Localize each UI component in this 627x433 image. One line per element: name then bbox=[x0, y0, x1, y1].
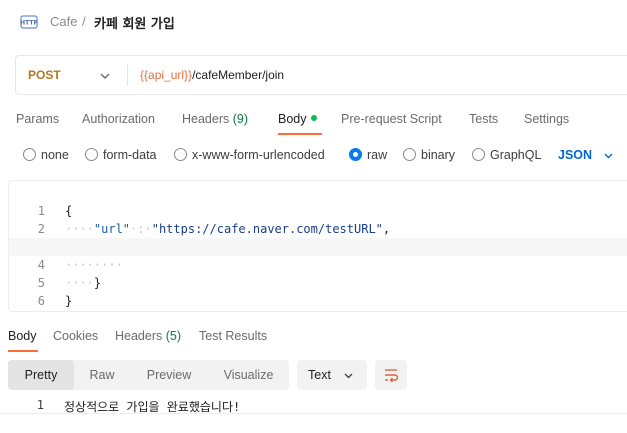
active-tab-indicator bbox=[278, 133, 322, 135]
response-tab-headers[interactable]: Headers (5) bbox=[115, 329, 181, 343]
editor-line: 6} bbox=[37, 294, 73, 308]
active-tab-indicator bbox=[8, 350, 38, 352]
radio-form-data[interactable] bbox=[85, 148, 98, 161]
wrap-lines-button[interactable] bbox=[375, 360, 407, 390]
breadcrumb-collection[interactable]: Cafe bbox=[50, 14, 77, 29]
url-variable: {{api_url}} bbox=[140, 68, 193, 82]
editor-line: 2 ····"url"·:·"https://cafe.naver.com/tes… bbox=[37, 222, 391, 236]
request-tabs: Params Authorization Headers (9) Body Pr… bbox=[0, 103, 627, 135]
option-none-label[interactable]: none bbox=[41, 148, 69, 162]
body-type-options: none form-data x-www-form-urlencoded raw… bbox=[0, 143, 627, 167]
tab-pre-request-script[interactable]: Pre-request Script bbox=[341, 112, 442, 126]
url-input[interactable]: {{api_url}}/cafeMember/join bbox=[140, 68, 284, 82]
option-urlencoded-label[interactable]: x-www-form-urlencoded bbox=[192, 148, 325, 162]
option-binary-label[interactable]: binary bbox=[421, 148, 455, 162]
mode-pretty[interactable]: Pretty bbox=[8, 360, 74, 390]
radio-none[interactable] bbox=[23, 148, 36, 161]
url-bar: POST {{api_url}}/cafeMember/join bbox=[15, 55, 627, 95]
request-title[interactable]: 카페 회원 가입 bbox=[94, 13, 175, 32]
option-graphql-label[interactable]: GraphQL bbox=[490, 148, 541, 162]
method-select[interactable]: POST bbox=[28, 68, 61, 82]
request-header: HTTP Cafe / 카페 회원 가입 bbox=[0, 0, 627, 44]
mode-preview[interactable]: Preview bbox=[130, 360, 208, 390]
editor-line: 3····"cafeMemberInfo"·:·{ bbox=[9, 220, 627, 254]
body-editor[interactable]: 1{ 2 ····"url"·:·"https://cafe.naver.com/… bbox=[8, 180, 627, 312]
tab-authorization[interactable]: Authorization bbox=[82, 112, 155, 126]
radio-binary[interactable] bbox=[403, 148, 416, 161]
tab-headers[interactable]: Headers (9) bbox=[182, 112, 248, 126]
breadcrumb-separator: / bbox=[82, 14, 86, 29]
response-view-modes: Pretty Raw Preview Visualize bbox=[8, 360, 289, 390]
option-raw-label[interactable]: raw bbox=[367, 148, 387, 162]
response-text: 정상적으로 가입을 완료했습니다! bbox=[64, 400, 241, 414]
url-divider bbox=[127, 64, 128, 86]
tab-settings[interactable]: Settings bbox=[524, 112, 569, 126]
http-icon: HTTP bbox=[20, 15, 38, 29]
mode-visualize[interactable]: Visualize bbox=[208, 360, 289, 390]
response-tab-body[interactable]: Body bbox=[8, 329, 37, 343]
tab-tests[interactable]: Tests bbox=[469, 112, 498, 126]
response-tabs: Body Cookies Headers (5) Test Results bbox=[0, 322, 627, 352]
chevron-down-icon[interactable] bbox=[603, 150, 614, 161]
response-line-number: 1 bbox=[36, 398, 44, 412]
editor-line: 5 ····} bbox=[37, 276, 102, 290]
response-tab-test-results[interactable]: Test Results bbox=[199, 329, 267, 343]
raw-format-select[interactable]: JSON bbox=[558, 148, 592, 162]
tab-params[interactable]: Params bbox=[16, 112, 59, 126]
editor-line: 4 ········ bbox=[9, 238, 627, 272]
response-format-select[interactable]: Text bbox=[297, 360, 367, 390]
option-form-data-label[interactable]: form-data bbox=[103, 148, 157, 162]
response-body[interactable]: 1 정상적으로 가입을 완료했습니다! bbox=[0, 396, 627, 414]
response-tab-cookies[interactable]: Cookies bbox=[53, 329, 98, 343]
url-path: /cafeMember/join bbox=[192, 68, 285, 82]
svg-text:HTTP: HTTP bbox=[20, 20, 38, 27]
tab-body[interactable]: Body bbox=[278, 112, 317, 126]
chevron-down-icon[interactable] bbox=[98, 69, 112, 83]
editor-line: 1{ bbox=[37, 204, 73, 218]
radio-urlencoded[interactable] bbox=[174, 148, 187, 161]
radio-raw[interactable] bbox=[349, 148, 362, 161]
mode-raw[interactable]: Raw bbox=[74, 360, 130, 390]
response-format-label: Text bbox=[308, 368, 331, 382]
chevron-down-icon bbox=[344, 373, 353, 379]
radio-graphql[interactable] bbox=[472, 148, 485, 161]
wrap-lines-icon bbox=[385, 369, 399, 383]
modified-dot-icon bbox=[310, 115, 317, 121]
